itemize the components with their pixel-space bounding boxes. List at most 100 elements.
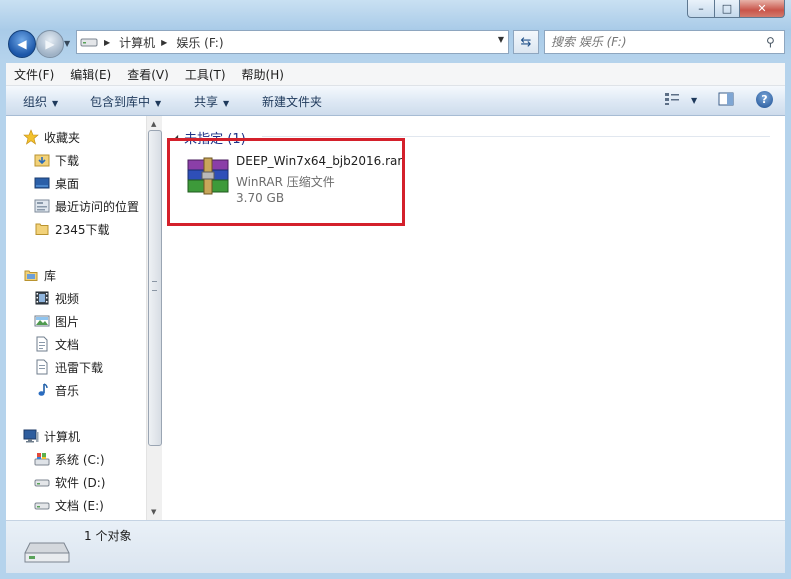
organize-label: 组织 — [23, 95, 48, 109]
breadcrumb-arrow-icon[interactable]: ▶ — [161, 38, 167, 47]
sidebar-item-drive-e[interactable]: 文档 (E:) — [34, 495, 104, 515]
sidebar-libraries[interactable]: 库 — [23, 265, 56, 285]
sidebar-item-label: 桌面 — [55, 176, 80, 191]
group-divider — [262, 136, 770, 137]
highlight-box — [167, 138, 405, 226]
sidebar-favorites-label: 收藏夹 — [44, 130, 81, 145]
desktop-icon — [34, 175, 50, 191]
scroll-up-icon[interactable]: ▲ — [151, 120, 156, 128]
downloads-folder-icon — [34, 152, 50, 168]
arrow-right-icon: ▶ — [45, 37, 55, 51]
drive-large-icon — [24, 542, 70, 563]
window-controls: – □ ✕ — [687, 0, 785, 18]
sidebar-item-documents[interactable]: 文档 — [34, 334, 79, 354]
chevron-down-icon: ▼ — [223, 99, 230, 108]
sidebar-computer-label: 计算机 — [44, 429, 81, 444]
arrow-left-icon: ◀ — [17, 37, 27, 51]
maximize-button[interactable]: □ — [715, 0, 740, 18]
include-in-library-button[interactable]: 包含到库中 ▼ — [90, 93, 161, 110]
folder-icon — [34, 221, 50, 237]
item-count: 1 个对象 — [84, 529, 132, 543]
sidebar-item-2345-downloads[interactable]: 2345下载 — [34, 219, 110, 239]
breadcrumb-drive[interactable]: 娱乐 (F:) — [173, 34, 223, 51]
sidebar-item-thunder-downloads[interactable]: 迅雷下载 — [34, 357, 103, 377]
sidebar-item-music[interactable]: 音乐 — [34, 380, 79, 400]
menu-tools[interactable]: 工具(T) — [177, 66, 234, 83]
sidebar-item-label: 系统 (C:) — [55, 452, 105, 467]
navigation-pane: 收藏夹 下载 桌面 最近访问的位置 2345下载 库 视频 图片 文档 迅雷下载… — [6, 116, 146, 520]
view-options-icon — [665, 93, 679, 105]
menu-edit[interactable]: 编辑(E) — [62, 66, 119, 83]
change-view-button[interactable] — [664, 92, 680, 110]
search-icon[interactable]: ⚲ — [766, 35, 784, 49]
menu-bar: 文件(F) 编辑(E) 查看(V) 工具(T) 帮助(H) — [6, 63, 785, 86]
grip-icon — [152, 281, 157, 291]
music-note-icon — [34, 382, 50, 398]
sidebar-item-label: 视频 — [55, 291, 80, 306]
navigation-bar: ◀ ▶ ▼ ▶ 计算机 ▶ 娱乐 (F:) ▼ ⇆ ⚲ — [0, 27, 791, 59]
sidebar-item-label: 2345下载 — [55, 222, 110, 237]
address-bar[interactable]: ▶ 计算机 ▶ 娱乐 (F:) ▼ — [76, 30, 509, 54]
sidebar-item-downloads[interactable]: 下载 — [34, 150, 79, 170]
picture-icon — [34, 313, 50, 329]
menu-view[interactable]: 查看(V) — [119, 66, 177, 83]
minimize-button[interactable]: – — [687, 0, 715, 18]
sidebar-favorites[interactable]: 收藏夹 — [23, 127, 80, 147]
sidebar-item-pictures[interactable]: 图片 — [34, 311, 79, 331]
menu-file[interactable]: 文件(F) — [6, 66, 62, 83]
chevron-down-icon: ▼ — [52, 99, 59, 108]
breadcrumb-arrow-icon[interactable]: ▶ — [104, 38, 110, 47]
preview-pane-button[interactable] — [718, 92, 734, 110]
drive-small-icon — [77, 36, 98, 48]
library-icon — [23, 267, 39, 283]
sidebar-item-label: 下载 — [55, 153, 80, 168]
sidebar-item-desktop[interactable]: 桌面 — [34, 173, 79, 193]
scroll-down-icon[interactable]: ▼ — [151, 508, 156, 516]
document-icon — [34, 359, 50, 375]
share-label: 共享 — [194, 95, 219, 109]
forward-button[interactable]: ▶ — [36, 30, 64, 58]
navigation-scrollbar[interactable]: ▲ ▼ — [146, 116, 162, 520]
recent-places-icon — [34, 198, 50, 214]
share-button[interactable]: 共享 ▼ — [194, 93, 229, 110]
sidebar-item-label: 图片 — [55, 314, 80, 329]
recent-pages-dropdown[interactable]: ▼ — [64, 39, 70, 48]
close-button[interactable]: ✕ — [740, 0, 785, 18]
question-mark-icon: ? — [761, 93, 768, 106]
refresh-button[interactable]: ⇆ — [513, 30, 539, 54]
film-icon — [34, 290, 50, 306]
search-box[interactable]: ⚲ — [544, 30, 785, 54]
drive-icon — [34, 497, 50, 513]
new-folder-label: 新建文件夹 — [262, 95, 323, 109]
chevron-down-icon: ▼ — [155, 99, 162, 108]
sidebar-item-label: 迅雷下载 — [55, 360, 104, 375]
sidebar-item-drive-d[interactable]: 软件 (D:) — [34, 472, 105, 492]
scrollbar-thumb[interactable] — [148, 130, 162, 446]
star-icon — [23, 129, 39, 145]
organize-button[interactable]: 组织 ▼ — [23, 93, 58, 110]
sidebar-item-label: 音乐 — [55, 383, 80, 398]
help-button[interactable]: ? — [756, 91, 773, 108]
view-dropdown-icon[interactable]: ▼ — [691, 96, 697, 105]
preview-pane-icon — [718, 92, 734, 106]
sidebar-libraries-label: 库 — [44, 268, 57, 283]
window-frame: – □ ✕ ◀ ▶ ▼ ▶ 计算机 ▶ 娱乐 (F:) ▼ ⇆ ⚲ — [0, 0, 791, 579]
sidebar-item-label: 最近访问的位置 — [55, 199, 140, 214]
include-in-library-label: 包含到库中 — [90, 95, 151, 109]
back-button[interactable]: ◀ — [8, 30, 36, 58]
breadcrumb-computer[interactable]: 计算机 — [116, 34, 155, 51]
new-folder-button[interactable]: 新建文件夹 — [262, 93, 322, 110]
menu-help[interactable]: 帮助(H) — [234, 66, 292, 83]
search-input[interactable] — [545, 34, 766, 50]
address-dropdown-icon[interactable]: ▼ — [498, 35, 504, 44]
sidebar-item-drive-c[interactable]: 系统 (C:) — [34, 449, 105, 469]
details-pane: 1 个对象 — [6, 520, 785, 573]
sidebar-item-label: 文档 — [55, 337, 80, 352]
computer-icon — [23, 428, 39, 444]
sidebar-computer[interactable]: 计算机 — [23, 426, 80, 446]
sidebar-item-recent-places[interactable]: 最近访问的位置 — [34, 196, 139, 216]
drive-icon — [34, 474, 50, 490]
sidebar-item-label: 软件 (D:) — [55, 475, 106, 490]
sidebar-item-videos[interactable]: 视频 — [34, 288, 79, 308]
command-bar: 组织 ▼ 包含到库中 ▼ 共享 ▼ 新建文件夹 ▼ ? — [6, 86, 785, 116]
